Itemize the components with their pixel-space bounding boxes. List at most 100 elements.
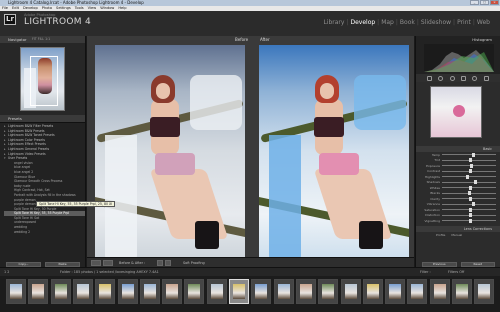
before-photo[interactable]: [95, 45, 245, 257]
module-map[interactable]: Map: [379, 19, 396, 26]
filmstrip: [0, 276, 500, 312]
filmstrip-thumbnail[interactable]: [273, 279, 294, 304]
slider-track[interactable]: [442, 163, 496, 168]
slider-knob[interactable]: [469, 158, 472, 163]
maximize-icon[interactable]: □: [480, 0, 489, 5]
slider-track[interactable]: [442, 169, 496, 174]
preset-label: angel vision: [14, 160, 33, 165]
navigator-preview[interactable]: [20, 47, 65, 111]
swap-icon[interactable]: [157, 260, 163, 266]
filmstrip-thumbnail[interactable]: [407, 279, 428, 304]
filmstrip-thumbnail[interactable]: [117, 279, 138, 304]
copy-settings-icon[interactable]: [165, 260, 171, 266]
module-develop[interactable]: Develop: [348, 19, 377, 26]
slider-label: Tint: [434, 158, 440, 163]
adjustment-brush-icon[interactable]: [483, 75, 489, 81]
model-boots: [195, 221, 219, 249]
filmstrip-thumbnail[interactable]: [162, 279, 183, 304]
navigator-zoom-options[interactable]: FIT FILL 1:1: [32, 36, 50, 43]
module-web[interactable]: Web: [475, 19, 492, 26]
preset-label: underexposed: [14, 220, 37, 225]
filmstrip-thumbnail[interactable]: [50, 279, 71, 304]
slider-knob[interactable]: [469, 185, 472, 190]
module-book[interactable]: Book: [398, 19, 417, 26]
filmstrip-thumbnail[interactable]: [251, 279, 272, 304]
slider-track[interactable]: [442, 213, 496, 218]
slider-track[interactable]: [442, 158, 496, 163]
navigator-view-box[interactable]: [30, 56, 58, 106]
filmstrip-thumbnail[interactable]: [474, 279, 495, 304]
lens-tabs: Profile Manual: [416, 232, 500, 238]
slider-track[interactable]: [442, 196, 496, 201]
slider-track[interactable]: [442, 218, 496, 223]
slider-track[interactable]: [442, 207, 496, 212]
slider-knob[interactable]: [474, 180, 478, 185]
preset-list: ▸ Lightroom B&W Filter Presets ▸ Lightroom …: [0, 124, 85, 234]
filmstrip-thumbnail[interactable]: [318, 279, 339, 304]
filmstrip-thumbnail[interactable]: [184, 279, 205, 304]
app-name: LIGHTROOM 4: [24, 17, 91, 27]
preset-label: blue angel 2: [14, 169, 34, 174]
slider-knob[interactable]: [469, 218, 472, 223]
preset-label: Lightroom Color Presets: [8, 137, 46, 142]
filmstrip-thumbnail[interactable]: [139, 279, 160, 304]
slider-track[interactable]: [442, 174, 496, 179]
filmstrip-thumbnail[interactable]: [28, 279, 49, 304]
slider-track[interactable]: [442, 191, 496, 196]
presets-header[interactable]: Presets: [0, 115, 85, 122]
slider-knob[interactable]: [471, 202, 475, 207]
graduated-filter-icon[interactable]: [461, 75, 467, 81]
preset-item[interactable]: wedding 2: [4, 230, 85, 235]
filmstrip-thumbnail[interactable]: [429, 279, 450, 304]
module-slideshow[interactable]: Slideshow: [419, 19, 453, 26]
left-panel: Navigator FIT FILL 1:1 Presets ▸ Lightroo…: [0, 36, 86, 274]
filmstrip-thumbnail[interactable]: [295, 279, 316, 304]
slider-track[interactable]: [442, 185, 496, 190]
slider-knob[interactable]: [469, 169, 472, 174]
radial-brush-icon[interactable]: [472, 75, 478, 81]
red-eye-icon[interactable]: [449, 75, 455, 81]
slider-track[interactable]: [442, 180, 496, 185]
filmstrip-thumbnail[interactable]: [229, 279, 249, 304]
tab-manual[interactable]: Manual: [451, 232, 462, 238]
navigator-header[interactable]: Navigator FIT FILL 1:1: [0, 36, 85, 43]
slider-track[interactable]: [442, 202, 496, 207]
slider-track[interactable]: [442, 152, 496, 157]
after-photo[interactable]: [259, 45, 409, 257]
slider-knob[interactable]: [469, 196, 472, 201]
slider-knob[interactable]: [466, 174, 470, 179]
filmstrip-thumbnail[interactable]: [362, 279, 383, 304]
model-skirt: [319, 153, 359, 175]
module-print[interactable]: Print: [455, 19, 473, 26]
filmstrip-thumbnail[interactable]: [340, 279, 361, 304]
detail-preview-image[interactable]: [430, 86, 482, 138]
before-after-icon[interactable]: [103, 260, 113, 266]
histogram-header[interactable]: Histogram: [416, 36, 500, 43]
slider-knob[interactable]: [469, 207, 472, 212]
presets-panel: ▸ Lightroom B&W Filter Presets ▸ Lightroom …: [0, 122, 85, 274]
close-icon[interactable]: ×: [490, 0, 499, 5]
module-library[interactable]: Library: [321, 19, 346, 26]
filmstrip-thumbnail[interactable]: [385, 279, 406, 304]
thumbnail-image: [322, 284, 335, 299]
loupe-view-icon[interactable]: [91, 260, 101, 266]
slider-label: Blacks: [430, 191, 440, 196]
preset-label: Lightroom B&W Presets: [8, 128, 45, 133]
filmstrip-thumbnail[interactable]: [72, 279, 93, 304]
slider-knob[interactable]: [469, 213, 472, 218]
tab-profile[interactable]: Profile: [436, 232, 445, 238]
tool-strip: [416, 74, 500, 82]
filmstrip-thumbnail[interactable]: [206, 279, 227, 304]
slider-knob[interactable]: [471, 152, 475, 157]
minimize-icon[interactable]: _: [470, 0, 479, 5]
filmstrip-thumbnail[interactable]: [95, 279, 116, 304]
basic-title: Basic: [483, 147, 492, 151]
thumbnail-image: [188, 284, 201, 299]
slider-knob[interactable]: [467, 191, 471, 196]
thumbnail-image: [299, 284, 312, 299]
spot-removal-icon[interactable]: [438, 75, 444, 81]
filmstrip-thumbnail[interactable]: [6, 279, 26, 304]
slider-knob[interactable]: [470, 163, 474, 168]
crop-icon[interactable]: [427, 75, 433, 81]
filmstrip-thumbnail[interactable]: [452, 279, 472, 304]
